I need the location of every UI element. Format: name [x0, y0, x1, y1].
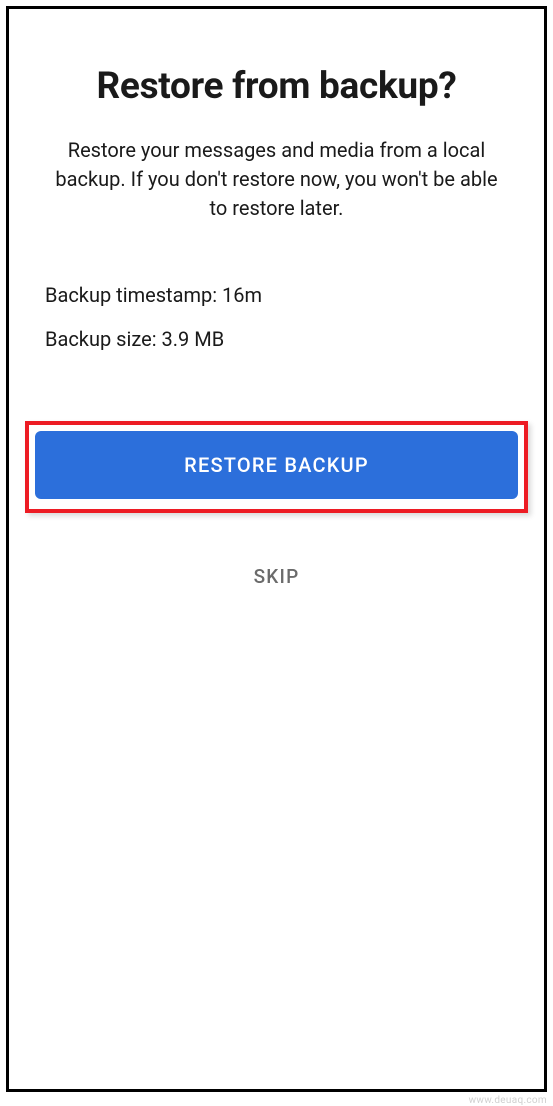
- restore-backup-button[interactable]: RESTORE BACKUP: [35, 431, 518, 499]
- backup-timestamp-label: Backup timestamp:: [45, 283, 222, 307]
- backup-info-block: Backup timestamp: 16m Backup size: 3.9 M…: [45, 283, 508, 351]
- highlight-annotation: RESTORE BACKUP: [25, 421, 528, 513]
- backup-timestamp-value: 16m: [222, 283, 262, 307]
- page-title: Restore from backup?: [45, 65, 508, 108]
- watermark-text: www.deuaq.com: [469, 1095, 547, 1106]
- skip-button[interactable]: SKIP: [45, 553, 508, 600]
- backup-size-line: Backup size: 3.9 MB: [45, 327, 508, 351]
- backup-timestamp-line: Backup timestamp: 16m: [45, 283, 508, 307]
- app-frame: Restore from backup? Restore your messag…: [6, 6, 547, 1092]
- content-area: Restore from backup? Restore your messag…: [9, 9, 544, 600]
- backup-size-value: 3.9 MB: [162, 327, 225, 351]
- backup-size-label: Backup size:: [45, 327, 162, 351]
- page-description: Restore your messages and media from a l…: [45, 136, 508, 223]
